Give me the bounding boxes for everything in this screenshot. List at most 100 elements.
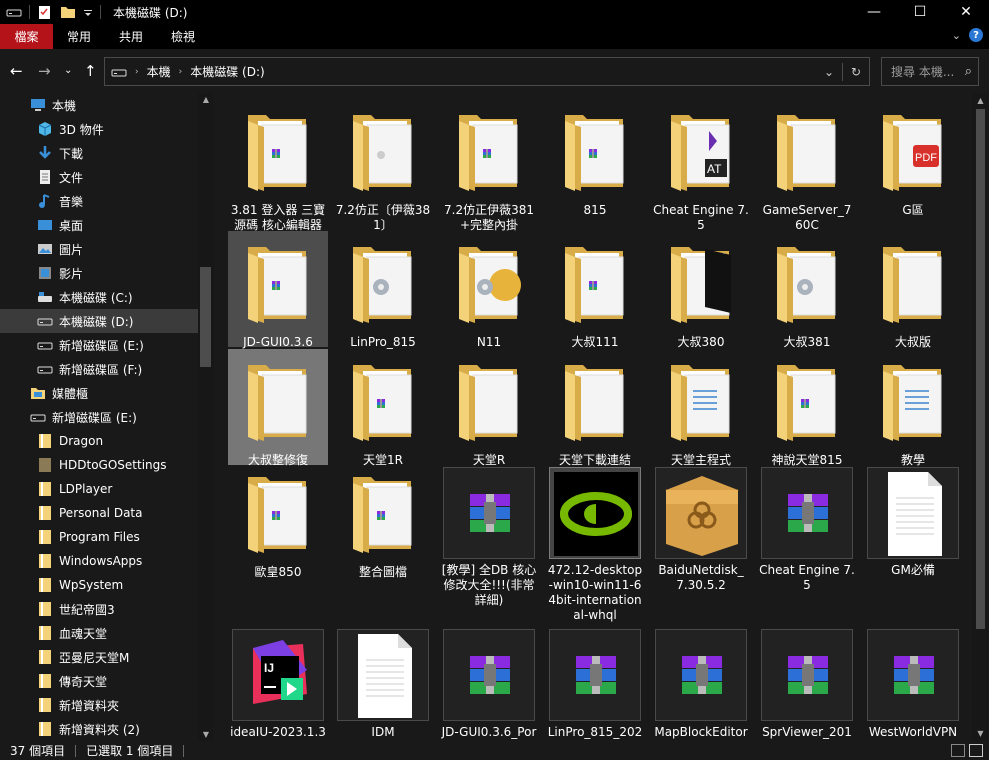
sidebar-item[interactable]: WpSystem <box>0 573 198 597</box>
folder-item[interactable]: N11 <box>439 231 539 349</box>
sidebar-scroll-thumb[interactable] <box>200 267 211 367</box>
breadcrumb-this-pc[interactable]: 本機 <box>147 63 171 80</box>
sidebar-item[interactable]: 新增資料夾 <box>0 693 198 717</box>
sidebar-item[interactable]: 3D 物件 <box>0 117 198 141</box>
file-item[interactable]: SprViewer_2019 <box>757 629 857 741</box>
tab-home[interactable]: 常用 <box>53 24 105 49</box>
breadcrumb-separator-icon[interactable]: › <box>179 67 183 77</box>
content-scroll-thumb[interactable] <box>976 109 985 629</box>
folder-item[interactable]: JD-GUI0.3.6 <box>228 231 328 349</box>
sidebar-item[interactable]: WindowsApps <box>0 549 198 573</box>
breadcrumb-drive-d[interactable]: 本機磁碟 (D:) <box>190 63 264 80</box>
file-item[interactable]: MapBlockEditor <box>651 629 751 741</box>
tab-view[interactable]: 檢視 <box>157 24 209 49</box>
sidebar-item[interactable]: 下載 <box>0 141 198 165</box>
folder-item[interactable]: 大叔111 <box>545 231 645 349</box>
folder-item[interactable]: 神說天堂815 <box>757 349 857 467</box>
breadcrumb-separator-icon[interactable]: › <box>135 67 139 77</box>
large-icons-view-icon[interactable] <box>969 744 983 757</box>
folder-item[interactable]: GameServer_760C <box>757 99 857 232</box>
file-item[interactable]: Cheat Engine 7.5 <box>757 467 857 627</box>
address-bar[interactable]: › 本機 › 本機磁碟 (D:) ⌄ ↻ <box>104 57 870 86</box>
search-input[interactable]: 搜尋 本機... <box>891 63 954 80</box>
sidebar-scrollbar[interactable]: ▲ ▼ <box>198 93 214 741</box>
folder-item[interactable]: 大叔380 <box>651 231 751 349</box>
help-icon[interactable]: ? <box>969 28 983 42</box>
sidebar-item[interactable]: HDDtoGOSettings <box>0 453 198 477</box>
sidebar-item[interactable]: 傳奇天堂 <box>0 669 198 693</box>
back-button[interactable]: ← <box>10 62 23 80</box>
folder-item[interactable]: 大叔整修復 <box>228 349 328 467</box>
sidebar-item[interactable]: 新增磁碟區 (E:) <box>0 405 198 429</box>
customize-toolbar-icon[interactable] <box>83 4 93 20</box>
sidebar-item[interactable]: 圖片 <box>0 237 198 261</box>
folder-item[interactable]: 歐皇850 <box>228 461 328 579</box>
file-item[interactable]: LinPro_815_202 <box>545 629 645 741</box>
folder-item[interactable]: 大叔版 <box>863 231 963 349</box>
sidebar-item[interactable]: 桌面 <box>0 213 198 237</box>
new-folder-icon[interactable] <box>60 4 76 20</box>
folder-item[interactable]: 7.2仿正伊薇381+完整內掛 <box>439 99 539 232</box>
folder-item[interactable]: 天堂下載連結 <box>545 349 645 467</box>
refresh-icon[interactable]: ↻ <box>843 65 869 79</box>
tab-file[interactable]: 檔案 <box>0 24 53 49</box>
sidebar-item[interactable]: Program Files <box>0 525 198 549</box>
file-item[interactable]: IDM <box>333 629 433 741</box>
sidebar-item[interactable]: 新增資料夾 (2) <box>0 717 198 741</box>
file-item[interactable]: IJ ideaIU-2023.1.3 <box>228 629 328 741</box>
sidebar-item[interactable]: 媒體櫃 <box>0 381 198 405</box>
forward-button[interactable]: → <box>38 62 51 80</box>
folder-item[interactable]: 天堂R <box>439 349 539 467</box>
folder-item[interactable]: 整合圖檔 <box>333 461 433 579</box>
minimize-button[interactable]: — <box>851 0 897 24</box>
search-box[interactable]: 搜尋 本機... ⌕ <box>881 57 979 86</box>
folder-item[interactable]: 大叔381 <box>757 231 857 349</box>
folder-item[interactable]: 815 <box>545 99 645 217</box>
sidebar-item[interactable]: 影片 <box>0 261 198 285</box>
folder-item[interactable]: PDF G區 <box>863 99 963 217</box>
content-scrollbar[interactable]: ▲ ▼ <box>972 93 989 741</box>
scroll-down-icon[interactable]: ▼ <box>198 730 214 739</box>
folder-item[interactable]: LinPro_815 <box>333 231 433 349</box>
sidebar-item[interactable]: LDPlayer <box>0 477 198 501</box>
file-item[interactable]: BaiduNetdisk_7.30.5.2 <box>651 467 751 627</box>
details-view-icon[interactable] <box>951 744 965 757</box>
close-button[interactable]: ✕ <box>943 0 989 24</box>
address-dropdown-icon[interactable]: ⌄ <box>816 65 842 79</box>
up-button[interactable]: ↑ <box>84 62 97 80</box>
file-item[interactable]: [教學] 全DB 核心修改大全!!!(非常詳細) <box>439 467 539 627</box>
folder-item[interactable]: 天堂1R <box>333 349 433 467</box>
sidebar-item[interactable]: Personal Data <box>0 501 198 525</box>
sidebar-item[interactable]: 新增磁碟區 (F:) <box>0 357 198 381</box>
maximize-button[interactable]: ☐ <box>897 0 943 24</box>
file-item[interactable]: JD-GUI0.3.6_Por <box>439 629 539 741</box>
scroll-down-icon[interactable]: ▼ <box>972 729 989 738</box>
properties-icon[interactable] <box>37 4 53 20</box>
folder-item[interactable]: 教學 <box>863 349 963 467</box>
sidebar-item[interactable]: 文件 <box>0 165 198 189</box>
folder-item[interactable]: 7.2仿正〔伊薇381〕 <box>333 99 433 232</box>
recent-locations-button[interactable]: ⌄ <box>64 65 72 76</box>
ribbon-expand-icon[interactable]: ⌄ <box>952 29 961 42</box>
scroll-up-icon[interactable]: ▲ <box>198 95 214 104</box>
file-item[interactable]: GM必備 <box>863 467 963 627</box>
sidebar-item[interactable]: 本機磁碟 (C:) <box>0 285 198 309</box>
sidebar-item[interactable]: 本機 <box>0 93 198 117</box>
sidebar-item-selected[interactable]: 本機磁碟 (D:) <box>0 309 198 333</box>
sidebar-item[interactable]: 血魂天堂 <box>0 621 198 645</box>
file-item[interactable]: 472.12-desktop-win10-win11-64bit-interna… <box>545 467 645 627</box>
file-item[interactable]: WestWorldVPN <box>863 629 963 741</box>
folder-item[interactable]: 天堂主程式 <box>651 349 751 467</box>
sidebar-item[interactable]: 亞曼尼天堂M <box>0 645 198 669</box>
sidebar-item[interactable]: 音樂 <box>0 189 198 213</box>
sidebar-item[interactable]: 世紀帝國3 <box>0 597 198 621</box>
folder-item[interactable]: AT Cheat Engine 7.5 <box>651 99 751 232</box>
tab-share[interactable]: 共用 <box>105 24 157 49</box>
sidebar-item[interactable]: 新增磁碟區 (E:) <box>0 333 198 357</box>
sidebar-item[interactable]: Dragon <box>0 429 198 453</box>
folder-icon <box>457 243 521 327</box>
search-icon[interactable]: ⌕ <box>965 64 972 79</box>
folder-item[interactable]: 3.81 登入器 三寶源碼 核心編輯器 <box>228 99 328 232</box>
drive-icon[interactable] <box>6 4 22 20</box>
scroll-up-icon[interactable]: ▲ <box>972 96 989 105</box>
